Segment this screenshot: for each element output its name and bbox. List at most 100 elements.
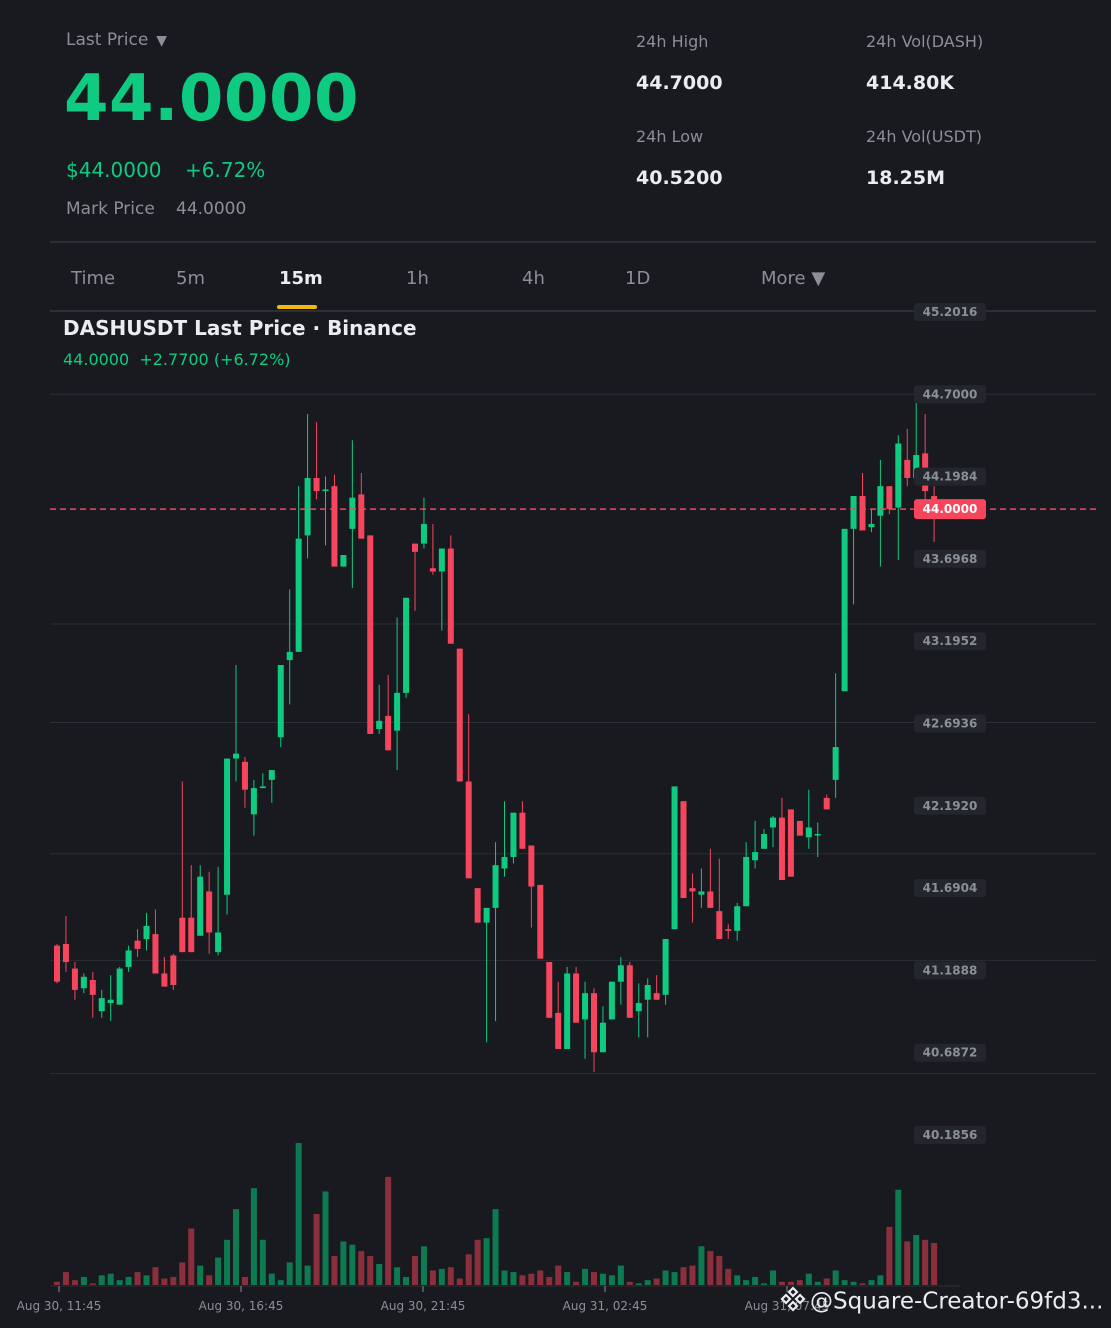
- candle-body: [420, 523, 427, 544]
- candle-body: [555, 1012, 562, 1049]
- candle-body: [376, 720, 383, 730]
- candle-body: [134, 940, 141, 949]
- volume-bar: [608, 1275, 615, 1285]
- candle-body: [680, 801, 687, 899]
- candle-body: [215, 932, 222, 953]
- volume-bar: [582, 1268, 589, 1285]
- candle-body: [465, 781, 472, 879]
- volume-bar: [268, 1273, 275, 1285]
- candle-body: [447, 548, 454, 644]
- volume-bar: [340, 1241, 347, 1285]
- candle-body: [734, 906, 741, 931]
- volume-bar: [456, 1278, 463, 1285]
- candle-body: [770, 817, 776, 828]
- candle-body: [116, 968, 123, 1005]
- candle-body: [233, 753, 239, 759]
- volume-bar: [179, 1262, 186, 1285]
- binance-logo-icon: [780, 1286, 806, 1318]
- volume-bar: [331, 1255, 338, 1285]
- volume-bar: [394, 1267, 401, 1285]
- volume-bar: [358, 1251, 365, 1285]
- volume-bar: [107, 1273, 114, 1285]
- candle-body: [895, 443, 902, 508]
- volume-bar: [429, 1270, 436, 1285]
- volume-bar: [734, 1275, 741, 1285]
- chart-title: DASHUSDT Last Price · Binance: [63, 316, 417, 340]
- volume-bar: [116, 1280, 123, 1285]
- volume-bar: [778, 1281, 785, 1285]
- candle-body: [725, 929, 732, 931]
- candle-body: [438, 548, 445, 572]
- candle-body: [250, 788, 257, 815]
- volume-bar: [537, 1270, 544, 1285]
- volume-bar: [295, 1143, 302, 1285]
- candle-body: [403, 597, 410, 693]
- volume-bar: [447, 1267, 454, 1285]
- candle-body: [599, 1022, 606, 1053]
- candle-body: [635, 1003, 642, 1012]
- volume-bar: [152, 1267, 159, 1285]
- volume-bar: [170, 1276, 177, 1285]
- candle-body: [787, 809, 794, 877]
- candle-body: [340, 555, 347, 567]
- candle-body: [644, 984, 651, 1000]
- candle-body: [143, 925, 150, 940]
- volume-bar: [259, 1239, 266, 1285]
- volume-bar: [770, 1270, 776, 1285]
- candle-body: [313, 477, 320, 492]
- candle-body: [125, 950, 132, 967]
- candle-body: [179, 917, 186, 953]
- volume-bar: [573, 1281, 580, 1285]
- candle-body: [778, 817, 785, 880]
- candle-body: [456, 648, 463, 782]
- time-tick-label: Aug 30, 21:45: [381, 1299, 466, 1313]
- volume-bar: [501, 1270, 508, 1285]
- candle-body: [823, 797, 830, 810]
- candle-body: [161, 973, 168, 987]
- volume-bar: [680, 1267, 687, 1285]
- candle-body: [626, 965, 633, 1018]
- candlestick-chart[interactable]: 45.2016 44.7000 44.1984 43.6968 43.1952 42.69…: [0, 0, 1111, 1328]
- candle-body: [662, 939, 669, 995]
- volume-bar: [832, 1270, 839, 1285]
- candle-body: [54, 945, 60, 982]
- volume-bar: [895, 1189, 902, 1285]
- candle-body: [107, 999, 114, 1004]
- candle-body: [322, 489, 329, 492]
- volume-bar: [698, 1246, 705, 1285]
- candle-body: [492, 865, 499, 908]
- volume-bar: [89, 1283, 96, 1285]
- candle-body: [564, 973, 571, 1049]
- volume-bar: [761, 1283, 768, 1285]
- volume-bar: [886, 1226, 893, 1285]
- candle-body: [367, 535, 374, 734]
- candle-body: [71, 968, 78, 990]
- volume-bar: [528, 1273, 535, 1285]
- volume-bar: [492, 1209, 499, 1285]
- candle-body: [170, 955, 177, 985]
- volume-bar: [814, 1281, 821, 1285]
- price-tick-label: 40.1856: [923, 1128, 978, 1142]
- volume-bar: [62, 1272, 69, 1285]
- time-tick-label: Aug 31, 02:45: [563, 1299, 648, 1313]
- volume-bar: [385, 1176, 392, 1285]
- candle-body: [877, 486, 884, 516]
- candle-body: [796, 820, 803, 836]
- candle-body: [268, 770, 275, 780]
- volume-bar: [420, 1246, 427, 1285]
- candle-body: [385, 715, 392, 751]
- volume-bar: [519, 1275, 526, 1285]
- volume-bar: [877, 1275, 884, 1285]
- candle-body: [716, 911, 723, 940]
- price-tick-label: 40.6872: [923, 1046, 978, 1060]
- candle-body: [188, 917, 195, 953]
- volume-bar: [823, 1278, 830, 1285]
- price-tick-label: 42.6936: [923, 717, 978, 731]
- volume-bar: [71, 1280, 78, 1285]
- volume-bar: [913, 1234, 920, 1285]
- volume-bar: [277, 1280, 284, 1285]
- candle-body: [197, 876, 204, 936]
- candle-body: [152, 934, 159, 974]
- volume-bar: [215, 1257, 222, 1285]
- candle-body: [98, 998, 105, 1012]
